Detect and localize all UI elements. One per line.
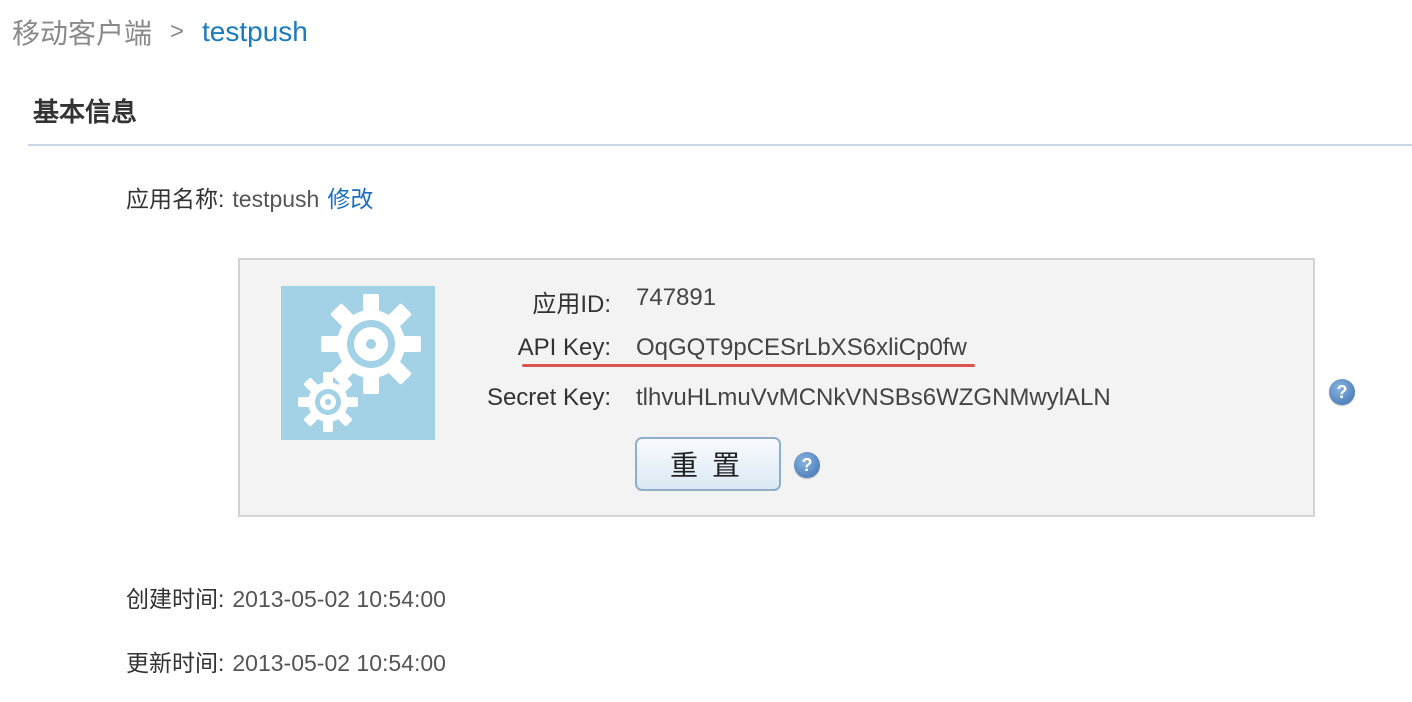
secret-key-value: tlhvuHLmuVvMCNkVNSBs6WZGNMwylALN	[636, 384, 1111, 411]
updated-time-label: 更新时间:	[126, 650, 225, 676]
created-time-row: 创建时间: 2013-05-02 10:54:00	[126, 580, 446, 614]
breadcrumb-current: testpush	[202, 16, 308, 47]
secret-key-label: Secret Key:	[486, 384, 611, 411]
reset-help-icon[interactable]: ?	[794, 452, 820, 478]
reset-keys-button[interactable]: 重置	[635, 437, 781, 491]
api-key-label: API Key:	[517, 334, 611, 361]
edit-app-name-link[interactable]: 修改	[327, 180, 373, 214]
app-name-row: 应用名称: testpush 修改	[126, 180, 373, 214]
api-key-highlight-underline	[522, 364, 975, 367]
updated-time-value: 2013-05-02 10:54:00	[232, 650, 446, 676]
section-title: 基本信息	[33, 97, 138, 127]
breadcrumb-parent-link[interactable]: 移动客户端	[12, 12, 152, 52]
app-id-value: 747891	[636, 284, 717, 311]
created-time-value: 2013-05-02 10:54:00	[232, 586, 446, 612]
created-time-label: 创建时间:	[126, 586, 225, 612]
app-name-value: testpush	[232, 186, 320, 212]
app-id-label: 应用ID:	[532, 291, 611, 318]
breadcrumb-separator: >	[170, 18, 185, 45]
api-key-value: OqGQT9pCESrLbXS6xliCp0fw	[636, 334, 967, 361]
section-divider	[28, 144, 1412, 146]
key-panel: 应用ID: 747891 API Key: OqGQT9pCESrLbXS6xl…	[238, 258, 1315, 517]
app-name-label: 应用名称:	[126, 186, 225, 212]
gears-icon	[281, 286, 435, 440]
breadcrumb: 移动客户端 > testpush	[12, 12, 308, 52]
updated-time-row: 更新时间: 2013-05-02 10:54:00	[126, 644, 446, 678]
keys-help-icon[interactable]: ?	[1329, 379, 1355, 405]
gears-icon-graphic	[298, 294, 421, 432]
